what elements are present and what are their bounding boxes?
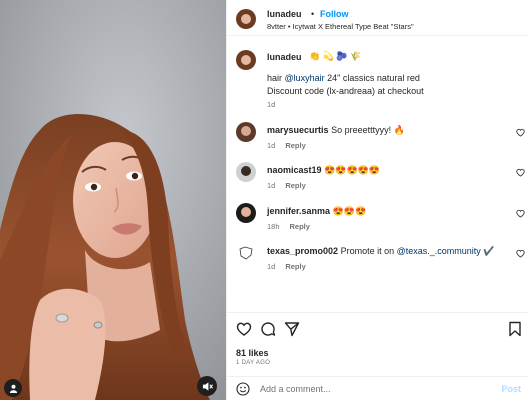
post-details-panel: lunadeu • Follow 8vtter • Icytwat X Ethe… [226, 0, 528, 400]
comment-timestamp: 1d [267, 262, 276, 271]
post-photo [0, 0, 226, 400]
post-dialog: lunadeu • Follow 8vtter • Icytwat X Ethe… [0, 0, 528, 400]
heart-icon[interactable] [236, 321, 252, 337]
comment-text: Promote it on [340, 246, 397, 256]
comment-username[interactable]: marysuecurtis [267, 125, 329, 135]
comment-meta: 1d Reply [267, 181, 306, 190]
comment-item: naomicast19 😍😍😍😍😍 1d Reply [227, 162, 528, 202]
caption-emoji: 👏 💫 🫐 🌾 [309, 51, 362, 61]
avatar[interactable] [236, 162, 256, 182]
share-icon[interactable] [284, 321, 300, 337]
comment-username[interactable]: texas_promo002 [267, 246, 338, 256]
post-header: lunadeu • Follow 8vtter • Icytwat X Ethe… [227, 0, 528, 36]
heart-icon[interactable] [516, 128, 525, 137]
comment-meta: 1d Reply [267, 262, 306, 271]
reply-button[interactable]: Reply [285, 181, 305, 190]
comment-text: 😍😍😍 [332, 206, 367, 216]
commenter-avatar-image [236, 203, 256, 223]
comment-icon[interactable] [260, 321, 276, 337]
caption-text: 24" classics natural red [324, 73, 420, 83]
separator-dot: • [311, 9, 315, 19]
comment-meta: 1d Reply [267, 141, 306, 150]
audio-track-link[interactable]: 8vtter • Icytwat X Ethereal Type Beat "S… [267, 22, 414, 31]
follow-button[interactable]: Follow [320, 9, 349, 19]
heart-icon[interactable] [516, 249, 525, 258]
comment-item: marysuecurtis So preeetttyyy! 🔥 1d Reply [227, 122, 528, 162]
avatar[interactable] [236, 9, 256, 29]
speaker-muted-icon [202, 381, 213, 391]
commenter-avatar-image [236, 122, 256, 142]
reply-button[interactable]: Reply [285, 141, 305, 150]
likes-count[interactable]: 81 likes [236, 348, 269, 358]
bookmark-icon[interactable] [507, 321, 523, 337]
reply-button[interactable]: Reply [285, 262, 305, 271]
post-comment-button[interactable]: Post [501, 384, 521, 394]
mention-link[interactable]: @texas._.community [397, 246, 481, 256]
avatar[interactable] [236, 122, 256, 142]
post-date: 1 DAY AGO [236, 360, 271, 366]
comment-text: ✔️ [480, 246, 495, 256]
comment-text: So preeetttyyy! 🔥 [331, 125, 405, 135]
post-actions: 81 likes 1 DAY AGO Post [227, 312, 528, 400]
caption-line-2: Discount code (lx-andreaa) at checkout [267, 86, 424, 96]
comment-timestamp: 18h [267, 222, 280, 231]
avatar[interactable] [236, 243, 256, 263]
caption-username[interactable]: lunadeu [267, 52, 302, 62]
comment-username[interactable]: naomicast19 [267, 165, 322, 175]
mute-button[interactable] [197, 376, 217, 396]
comment-body: marysuecurtis So preeetttyyy! 🔥 [267, 125, 405, 136]
comment-meta: 18h Reply [267, 222, 310, 231]
tagged-users-button[interactable] [4, 379, 22, 397]
comment-input[interactable] [260, 381, 490, 397]
heart-icon[interactable] [516, 168, 525, 177]
reply-button[interactable]: Reply [290, 222, 310, 231]
comment-item: jennifer.sanma 😍😍😍 18h Reply [227, 203, 528, 243]
caption-line-1: hair @luxyhair 24" classics natural red [267, 73, 420, 83]
author-avatar-image [236, 9, 256, 29]
comment-text: 😍😍😍😍😍 [324, 165, 381, 175]
comment-timestamp: 1d [267, 181, 276, 190]
smiley-icon[interactable] [236, 382, 250, 396]
comment-body: jennifer.sanma 😍😍😍 [267, 206, 366, 217]
caption-timestamp: 1d [267, 100, 276, 109]
author-username[interactable]: lunadeu [267, 9, 302, 19]
comment-timestamp: 1d [267, 141, 276, 150]
comment-item: texas_promo002 Promote it on @texas._.co… [227, 243, 528, 283]
user-tag-icon [9, 384, 17, 393]
heart-icon[interactable] [516, 209, 525, 218]
add-comment-bar: Post [227, 376, 528, 400]
comment-body: naomicast19 😍😍😍😍😍 [267, 165, 380, 176]
author-avatar-image [236, 50, 256, 70]
mention-link[interactable]: @luxyhair [285, 73, 325, 83]
commenter-avatar-image [236, 162, 256, 182]
comment-body: texas_promo002 Promote it on @texas._.co… [267, 246, 494, 257]
commenter-avatar-image [236, 243, 256, 263]
avatar[interactable] [236, 50, 256, 70]
comment-username[interactable]: jennifer.sanma [267, 206, 330, 216]
avatar[interactable] [236, 203, 256, 223]
caption-text: hair [267, 73, 285, 83]
post-media[interactable] [0, 0, 226, 400]
